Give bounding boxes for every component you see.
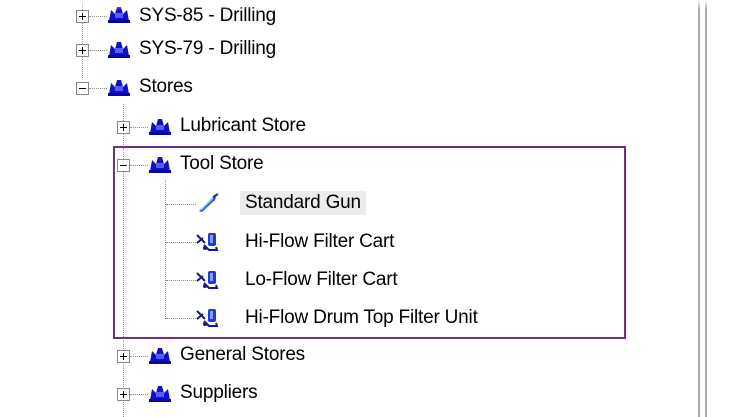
expand-toggle[interactable] xyxy=(76,10,89,23)
expand-toggle[interactable] xyxy=(76,44,89,57)
tree-connector-line xyxy=(130,356,148,357)
tree-connector-line xyxy=(89,50,107,51)
tree-node-stores[interactable]: Stores xyxy=(134,73,198,101)
expand-toggle[interactable] xyxy=(117,350,130,363)
system-icon xyxy=(148,345,172,365)
tree-view: SYS-85 - Drilling SYS-79 - Drilling Stor… xyxy=(0,0,741,417)
tree-connector-line xyxy=(89,16,107,17)
panel-divider xyxy=(705,0,707,417)
tree-node-suppliers[interactable]: Suppliers xyxy=(175,379,262,407)
tree-node-general-stores[interactable]: General Stores xyxy=(175,341,310,369)
tree-connector-line xyxy=(89,88,107,89)
tree-node-label: SYS-79 - Drilling xyxy=(139,38,277,59)
tree-node-label: General Stores xyxy=(180,344,305,365)
tree-connector-line xyxy=(130,127,148,128)
system-icon xyxy=(107,39,131,59)
expand-toggle[interactable] xyxy=(117,388,130,401)
tree-node-label: Lubricant Store xyxy=(180,115,306,136)
system-icon xyxy=(107,77,131,97)
tree-node-lubricant-store[interactable]: Lubricant Store xyxy=(175,112,311,140)
highlight-box xyxy=(113,146,626,339)
top-fade xyxy=(0,0,741,10)
tree-node-label: Stores xyxy=(139,76,193,97)
panel-divider xyxy=(698,0,700,417)
tree-connector-line xyxy=(130,394,148,395)
tree-node-sys-79[interactable]: SYS-79 - Drilling xyxy=(134,35,281,63)
tree-node-label: Suppliers xyxy=(180,382,258,403)
collapse-toggle[interactable] xyxy=(76,82,89,95)
system-icon xyxy=(148,383,172,403)
expand-toggle[interactable] xyxy=(117,121,130,134)
system-icon xyxy=(148,116,172,136)
